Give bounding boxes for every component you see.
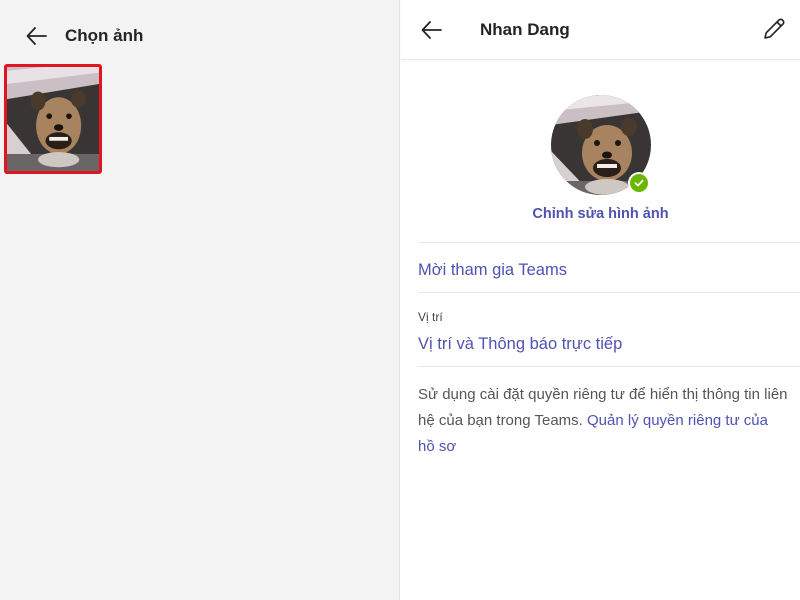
location-section-label: Vị trí [418,310,443,324]
arrow-left-icon [421,21,442,39]
presence-available-indicator [630,174,648,192]
app-root: Chọn ảnh Nhan Dang Chỉnh sửa hình ảnh Mờ… [0,0,800,600]
privacy-description: Sử dụng cài đặt quyền riêng tư để hiển t… [418,382,788,460]
edit-profile-button[interactable] [760,15,788,43]
profile-avatar[interactable] [551,95,651,195]
location-status-link[interactable]: Vị trí và Thông báo trực tiếp [418,335,622,354]
back-button[interactable] [24,23,50,49]
photo-picker-header: Chọn ảnh [0,0,400,70]
dog-photo-image [7,67,99,171]
divider [418,242,800,243]
presence-badge [628,172,650,194]
profile-name: Nhan Dang [480,20,570,39]
photo-picker-pane: Chọn ảnh [0,0,400,600]
profile-header: Nhan Dang [401,0,800,60]
arrow-left-icon [26,27,47,45]
pencil-icon [764,18,785,39]
invite-to-teams-link[interactable]: Mời tham gia Teams [418,261,567,280]
divider [418,292,800,293]
photo-thumbnail-selected[interactable] [4,64,102,174]
page-title: Chọn ảnh [65,26,144,45]
back-button[interactable] [419,17,445,43]
profile-pane: Nhan Dang Chỉnh sửa hình ảnh Mời tham gi… [401,0,800,600]
checkmark-icon [634,179,644,187]
edit-photo-link[interactable]: Chỉnh sửa hình ảnh [401,206,800,222]
divider [418,366,800,367]
